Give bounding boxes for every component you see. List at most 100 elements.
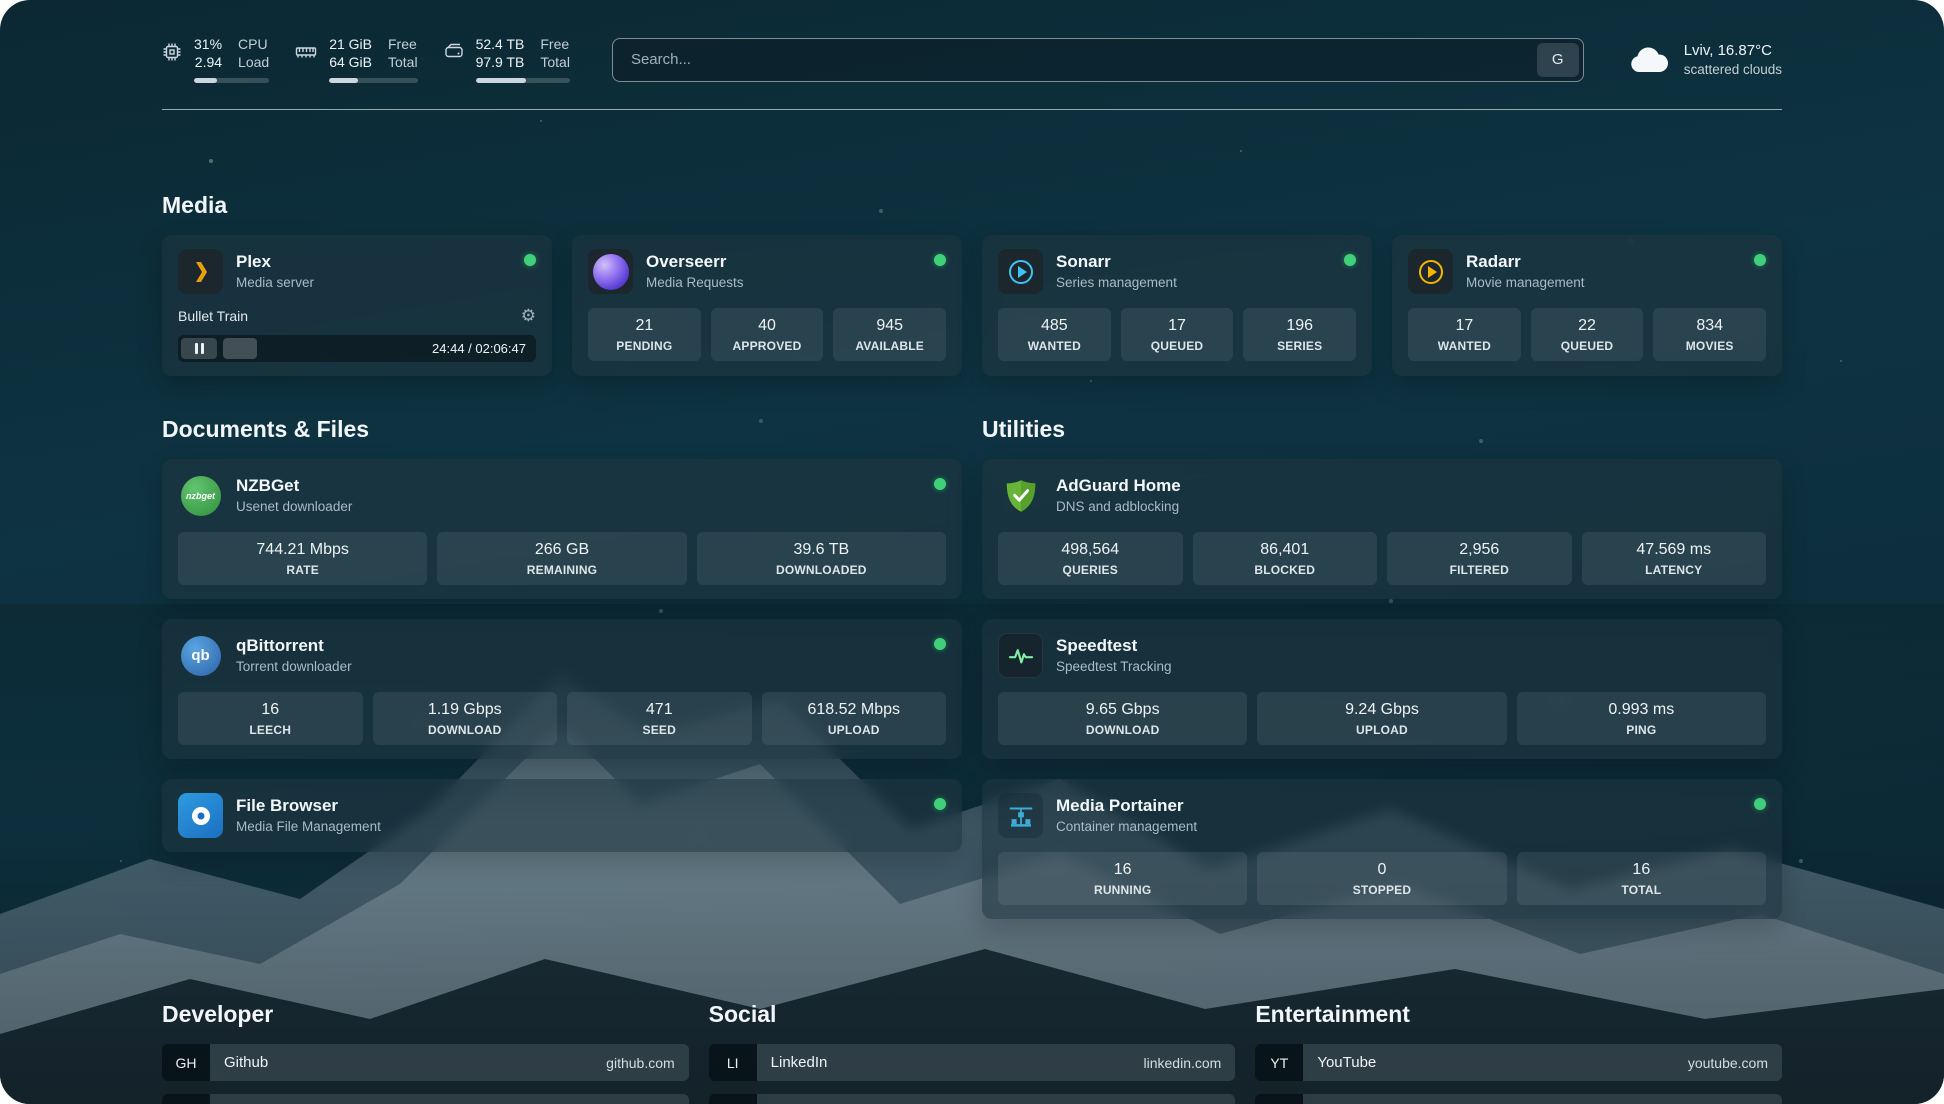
- overseerr-subtitle: Media Requests: [646, 275, 744, 292]
- weather-condition: scattered clouds: [1684, 62, 1782, 77]
- entertainment-section-title: Entertainment: [1255, 1001, 1782, 1028]
- plex-name: Plex: [236, 251, 314, 272]
- nzbget-icon: nzbget: [178, 473, 223, 518]
- adguard-subtitle: DNS and adblocking: [1056, 499, 1181, 516]
- radarr-name: Radarr: [1466, 251, 1585, 272]
- plex-icon: [178, 249, 223, 294]
- overseerr-card[interactable]: Overseerr Media Requests 21PENDING 40APP…: [572, 235, 962, 376]
- memory-free-value: 21 GiB: [329, 36, 372, 52]
- bookmark-twitter[interactable]: TW Twitter twitter.com: [709, 1094, 1236, 1104]
- portainer-stat-total: 16TOTAL: [1517, 852, 1766, 905]
- snow-specks: [0, 0, 2, 2]
- portainer-subtitle: Container management: [1056, 819, 1197, 836]
- disk-free-label: Free: [540, 36, 570, 52]
- plex-playback-time: 24:44 / 02:06:47: [432, 341, 533, 356]
- filebrowser-card[interactable]: File Browser Media File Management: [162, 779, 962, 852]
- cloud-icon: [1626, 44, 1670, 76]
- plex-card[interactable]: Plex Media server Bullet Train ⚙ 24:44 /…: [162, 235, 552, 376]
- overseerr-stat-approved: 40APPROVED: [711, 308, 824, 361]
- nzbget-card[interactable]: nzbget NZBGet Usenet downloader 744.21 M…: [162, 459, 962, 599]
- disk-free-value: 52.4 TB: [476, 36, 525, 52]
- speedtest-name: Speedtest: [1056, 635, 1172, 656]
- nzbget-name: NZBGet: [236, 475, 352, 496]
- bookmarks-developer: Developer GH Github github.com SO StackO…: [162, 1001, 689, 1104]
- sonarr-stat-queued: 17QUEUED: [1121, 308, 1234, 361]
- adguard-stat-blocked: 86,401BLOCKED: [1193, 532, 1378, 585]
- bookmark-linkedin[interactable]: LI LinkedIn linkedin.com: [709, 1044, 1236, 1081]
- filebrowser-subtitle: Media File Management: [236, 819, 381, 836]
- youtube-abbr: YT: [1255, 1044, 1303, 1081]
- plex-subtitle: Media server: [236, 275, 314, 292]
- social-section-title: Social: [709, 1001, 1236, 1028]
- adguard-icon: [998, 473, 1043, 518]
- header-divider: [162, 109, 1782, 110]
- sonarr-icon: [998, 249, 1043, 294]
- bookmark-netflix[interactable]: NF Netflix netflix.com: [1255, 1094, 1782, 1104]
- cpu-percent-value: 31%: [194, 36, 222, 52]
- section-utilities: Utilities AdGuard Home DNS and adblockin…: [982, 416, 1782, 939]
- qbittorrent-stat-upload: 618.52 MbpsUPLOAD: [762, 692, 947, 745]
- netflix-abbr: NF: [1255, 1094, 1303, 1104]
- sonarr-status-dot: [1344, 254, 1356, 266]
- overseerr-stat-pending: 21PENDING: [588, 308, 701, 361]
- disk-icon: [444, 42, 464, 62]
- qbittorrent-card[interactable]: qb qBittorrent Torrent downloader 16LEEC…: [162, 619, 962, 759]
- stackoverflow-abbr: SO: [162, 1094, 210, 1104]
- linkedin-name: LinkedIn: [771, 1054, 828, 1071]
- utilities-section-title: Utilities: [982, 416, 1782, 443]
- bookmark-youtube[interactable]: YT YouTube youtube.com: [1255, 1044, 1782, 1081]
- plex-status-dot: [524, 254, 536, 266]
- adguard-card[interactable]: AdGuard Home DNS and adblocking 498,564Q…: [982, 459, 1782, 599]
- header-bar: 31% CPU 2.94 Load 21 GiB Free 64 GiB Tot…: [162, 36, 1782, 83]
- github-url: github.com: [606, 1055, 674, 1071]
- plex-now-playing: Bullet Train: [178, 308, 248, 324]
- qbittorrent-subtitle: Torrent downloader: [236, 659, 352, 676]
- pause-button[interactable]: [181, 338, 217, 359]
- portainer-card[interactable]: Media Portainer Container management 16R…: [982, 779, 1782, 919]
- radarr-stat-movies: 834MOVIES: [1653, 308, 1766, 361]
- section-documents: Documents & Files nzbget NZBGet Usenet d…: [162, 416, 962, 872]
- filebrowser-name: File Browser: [236, 795, 381, 816]
- memory-progress-bar: [329, 78, 417, 83]
- bookmark-stackoverflow[interactable]: SO StackOverflow stackoverflow.com: [162, 1094, 689, 1104]
- speedtest-stat-upload: 9.24 GbpsUPLOAD: [1257, 692, 1506, 745]
- overseerr-stat-available: 945AVAILABLE: [833, 308, 946, 361]
- overseerr-status-dot: [934, 254, 946, 266]
- disk-total-label: Total: [540, 54, 570, 70]
- qbittorrent-stat-download: 1.19 GbpsDOWNLOAD: [373, 692, 558, 745]
- radarr-stat-wanted: 17WANTED: [1408, 308, 1521, 361]
- memory-free-label: Free: [388, 36, 418, 52]
- adguard-name: AdGuard Home: [1056, 475, 1181, 496]
- cpu-progress-bar: [194, 78, 269, 83]
- memory-metric: 21 GiB Free 64 GiB Total: [295, 36, 417, 83]
- weather-location: Lviv, 16.87°C: [1684, 42, 1782, 59]
- speedtest-card[interactable]: Speedtest Speedtest Tracking 9.65 GbpsDO…: [982, 619, 1782, 759]
- radarr-stat-queued: 22QUEUED: [1531, 308, 1644, 361]
- developer-section-title: Developer: [162, 1001, 689, 1028]
- plex-playback-bar[interactable]: 24:44 / 02:06:47: [178, 335, 536, 362]
- nzbget-subtitle: Usenet downloader: [236, 499, 352, 516]
- plex-progress-track: [223, 338, 422, 359]
- search-input[interactable]: [612, 38, 1584, 82]
- bookmark-github[interactable]: GH Github github.com: [162, 1044, 689, 1081]
- filebrowser-status-dot: [934, 798, 946, 810]
- adguard-stat-filtered: 2,956FILTERED: [1387, 532, 1572, 585]
- adguard-stat-latency: 47.569 msLATENCY: [1582, 532, 1767, 585]
- cpu-label: CPU: [238, 36, 269, 52]
- search-provider-button[interactable]: G: [1537, 43, 1579, 77]
- linkedin-abbr: LI: [709, 1044, 757, 1081]
- youtube-url: youtube.com: [1688, 1055, 1768, 1071]
- disk-total-value: 97.9 TB: [476, 54, 525, 70]
- speedtest-stat-ping: 0.993 msPING: [1517, 692, 1766, 745]
- sonarr-card[interactable]: Sonarr Series management 485WANTED 17QUE…: [982, 235, 1372, 376]
- cpu-icon: [162, 42, 182, 62]
- github-abbr: GH: [162, 1044, 210, 1081]
- sonarr-subtitle: Series management: [1056, 275, 1177, 292]
- dashboard-window: 31% CPU 2.94 Load 21 GiB Free 64 GiB Tot…: [0, 0, 1944, 1104]
- nzbget-stat-rate: 744.21 MbpsRATE: [178, 532, 427, 585]
- radarr-card[interactable]: Radarr Movie management 17WANTED 22QUEUE…: [1392, 235, 1782, 376]
- gear-icon[interactable]: ⚙: [521, 306, 536, 326]
- section-media: Media Plex Media server: [162, 192, 1782, 376]
- bookmarks-social: Social LI LinkedIn linkedin.com TW Twitt…: [709, 1001, 1236, 1104]
- sonarr-stat-series: 196SERIES: [1243, 308, 1356, 361]
